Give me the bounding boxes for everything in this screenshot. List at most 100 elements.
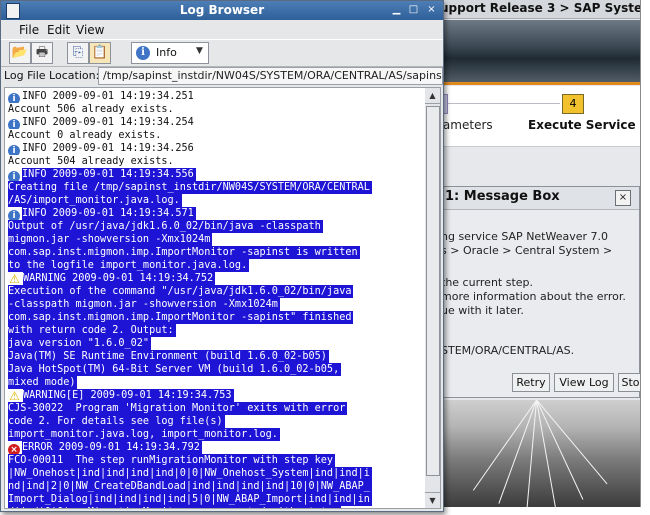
print-icon[interactable]: 🖶 (31, 42, 53, 64)
log-line[interactable]: d|ind|0|0|runMigrationMonitor was execut… (8, 506, 422, 508)
log-line[interactable]: import_monitor.java.log, import_monitor.… (8, 428, 422, 441)
log-line[interactable]: i INFO 2009-09-01 14:19:34.254 (8, 116, 422, 129)
log-line-text: d|ind|0|0|runMigrationMonitor was execut… (8, 506, 342, 508)
log-line[interactable]: migmon.jar -showversion -Xmx1024m (8, 233, 422, 246)
roadmap-steps: 4 rameters Execute Service (436, 86, 640, 147)
log-line[interactable]: Account 506 already exists. (8, 103, 422, 116)
log-line-text: java version "1.6.0_02" (8, 337, 152, 350)
info-icon: i (8, 210, 20, 220)
maximize-icon[interactable]: □ (407, 4, 420, 16)
retry-button[interactable]: Retry (512, 373, 550, 392)
log-line[interactable]: Java HotSpot(TM) 64-Bit Server VM (build… (8, 363, 422, 376)
log-line-text: Creating file /tmp/sapinst_instdir/NW04S… (8, 181, 372, 194)
log-file-location-label: Log File Location: (4, 69, 100, 82)
message-line: s > Oracle > Central System > (441, 244, 613, 257)
log-line[interactable]: i INFO 2009-09-01 14:19:34.556 (8, 168, 422, 181)
log-line[interactable]: Account 504 already exists. (8, 155, 422, 168)
log-line-text: Import_Dialog|ind|ind|ind|ind|5|0|NW_ABA… (8, 493, 372, 506)
close-icon[interactable]: × (615, 190, 631, 206)
log-line[interactable]: nd|ind|2|0|NW_CreateDBandLoad|ind|ind|in… (8, 480, 422, 493)
log-line-text: to the logfile import_monitor.java.log. (8, 259, 250, 272)
log-line[interactable]: i INFO 2009-09-01 14:19:34.256 (8, 142, 422, 155)
log-line[interactable]: com.sap.inst.migmon.imp.ImportMonitor -s… (8, 311, 422, 324)
scroll-thumb[interactable] (426, 106, 440, 476)
paste-icon[interactable]: 📋 (89, 42, 111, 64)
log-line[interactable]: to the logfile import_monitor.java.log. (8, 259, 422, 272)
log-line[interactable]: Creating file /tmp/sapinst_instdir/NW04S… (8, 181, 422, 194)
menu-edit[interactable]: Edit (47, 23, 70, 37)
minimize-icon[interactable]: ▁ (390, 4, 403, 16)
warning-icon: ⚠ (9, 272, 20, 285)
log-line[interactable]: Execution of the command "/usr/java/jdk1… (8, 285, 422, 298)
scroll-up-icon[interactable]: ▲ (425, 88, 440, 104)
log-line[interactable]: -classpath migmon.jar -showversion -Xmx1… (8, 298, 422, 311)
log-line[interactable]: Output of /usr/java/jdk1.6.0_02/bin/java… (8, 220, 422, 233)
message-line: STEM/ORA/CENTRAL/AS. (441, 344, 575, 357)
dropdown-arrow-icon[interactable]: ▼ (196, 46, 203, 56)
log-line-text: Java HotSpot(TM) 64-Bit Server VM (build… (8, 363, 342, 376)
sapinst-titlebar: upport Release 3 > SAP Syste (436, 0, 640, 19)
log-file-location-field[interactable]: /tmp/sapinst_instdir/NW04S/SYSTEM/ORA/CE… (98, 67, 443, 85)
view-log-button[interactable]: View Log (554, 373, 614, 392)
log-line-text: Execution of the command "/usr/java/jdk1… (8, 285, 354, 298)
log-line[interactable]: java version "1.6.0_02" (8, 337, 422, 350)
info-icon: i (8, 119, 20, 129)
log-line-text: Java(TM) SE Runtime Environment (build 1… (8, 350, 329, 363)
bridge-cable (536, 399, 584, 500)
bridge-cable (536, 399, 557, 507)
log-line[interactable]: code 2. For details see log file(s) (8, 415, 422, 428)
log-line[interactable]: /AS/import_monitor.java.log. (8, 194, 422, 207)
message-line: the current step. (441, 276, 534, 289)
log-line-text: with return code 2. Output: (8, 324, 176, 337)
warning-icon: ⚠ (9, 389, 20, 402)
log-line-text: Account 506 already exists. (8, 104, 174, 115)
banner-divider (436, 82, 640, 85)
log-line[interactable]: Import_Dialog|ind|ind|ind|ind|5|0|NW_ABA… (8, 493, 422, 506)
log-line[interactable]: with return code 2. Output: (8, 324, 422, 337)
log-line[interactable]: i INFO 2009-09-01 14:19:34.251 (8, 90, 422, 103)
copy-icon[interactable]: ⎘ (67, 42, 89, 64)
log-line-text: ERROR 2009-09-01 14:19:34.792 (22, 441, 202, 454)
log-browser-window: Log Browser ▁ □ × File Edit View 📂 🖶 ⎘ 📋… (0, 0, 444, 512)
log-line[interactable]: com.sap.inst.migmon.imp.ImportMonitor -s… (8, 246, 422, 259)
info-icon: i (136, 46, 150, 60)
log-line-text: INFO 2009-09-01 14:19:34.556 (22, 168, 196, 181)
log-level-select[interactable]: i Info ▼ (131, 42, 209, 64)
menu-file[interactable]: File (19, 23, 39, 37)
log-line-text: import_monitor.java.log, import_monitor.… (8, 428, 280, 441)
log-line[interactable]: |NW_Onehost|ind|ind|ind|ind|0|0|NW_Oneho… (8, 467, 422, 480)
toolbar: 📂 🖶 ⎘ 📋 i Info ▼ (1, 39, 443, 67)
vertical-scrollbar[interactable]: ▲ ▼ (425, 87, 441, 509)
log-text-area[interactable]: i INFO 2009-09-01 14:19:34.251 Account 506… (4, 87, 426, 509)
error-icon: × (8, 444, 20, 454)
log-line-text: code 2. For details see log file(s) (8, 415, 225, 428)
log-line[interactable]: Java(TM) SE Runtime Environment (build 1… (8, 350, 422, 363)
log-line[interactable]: i INFO 2009-09-01 14:19:34.571 (8, 207, 422, 220)
message-line: ue with it later. (441, 304, 524, 317)
log-line-text: /AS/import_monitor.java.log. (8, 194, 182, 207)
log-line-text: INFO 2009-09-01 14:19:34.256 (22, 143, 194, 154)
open-folder-icon[interactable]: 📂 (9, 42, 31, 64)
stop-button[interactable]: Stop (618, 373, 640, 392)
log-line-text: com.sap.inst.migmon.imp.ImportMonitor -s… (8, 311, 354, 324)
step-3-label: rameters (438, 118, 493, 132)
log-line-text: FCO-00011 The step runMigrationMonitor w… (8, 454, 336, 467)
log-line[interactable]: ⚠ WARNING 2009-09-01 14:19:34.752 (8, 272, 422, 285)
log-line[interactable]: CJS-30022 Program 'Migration Monitor' ex… (8, 402, 422, 415)
log-line-text: nd|ind|2|0|NW_CreateDBandLoad|ind|ind|in… (8, 480, 372, 493)
log-line-text: INFO 2009-09-01 14:19:34.571 (22, 207, 196, 220)
log-line[interactable]: × ERROR 2009-09-01 14:19:34.792 (8, 441, 422, 454)
bridge-photo (436, 399, 640, 507)
log-line[interactable]: ⚠ WARNING[E] 2009-09-01 14:19:34.753 (8, 389, 422, 402)
log-line[interactable]: mixed mode) (8, 376, 422, 389)
log-line[interactable]: FCO-00011 The step runMigrationMonitor w… (8, 454, 422, 467)
menu-view[interactable]: View (76, 23, 104, 37)
scroll-down-icon[interactable]: ▼ (425, 492, 440, 508)
info-icon: i (8, 93, 20, 103)
log-lines: i INFO 2009-09-01 14:19:34.251 Account 506… (8, 90, 422, 508)
log-line-text: Output of /usr/java/jdk1.6.0_02/bin/java… (8, 220, 323, 233)
log-line[interactable]: Account 0 already exists. (8, 129, 422, 142)
log-browser-titlebar[interactable]: Log Browser ▁ □ × (1, 1, 443, 20)
bridge-cable (472, 400, 537, 491)
close-icon[interactable]: × (425, 4, 438, 16)
